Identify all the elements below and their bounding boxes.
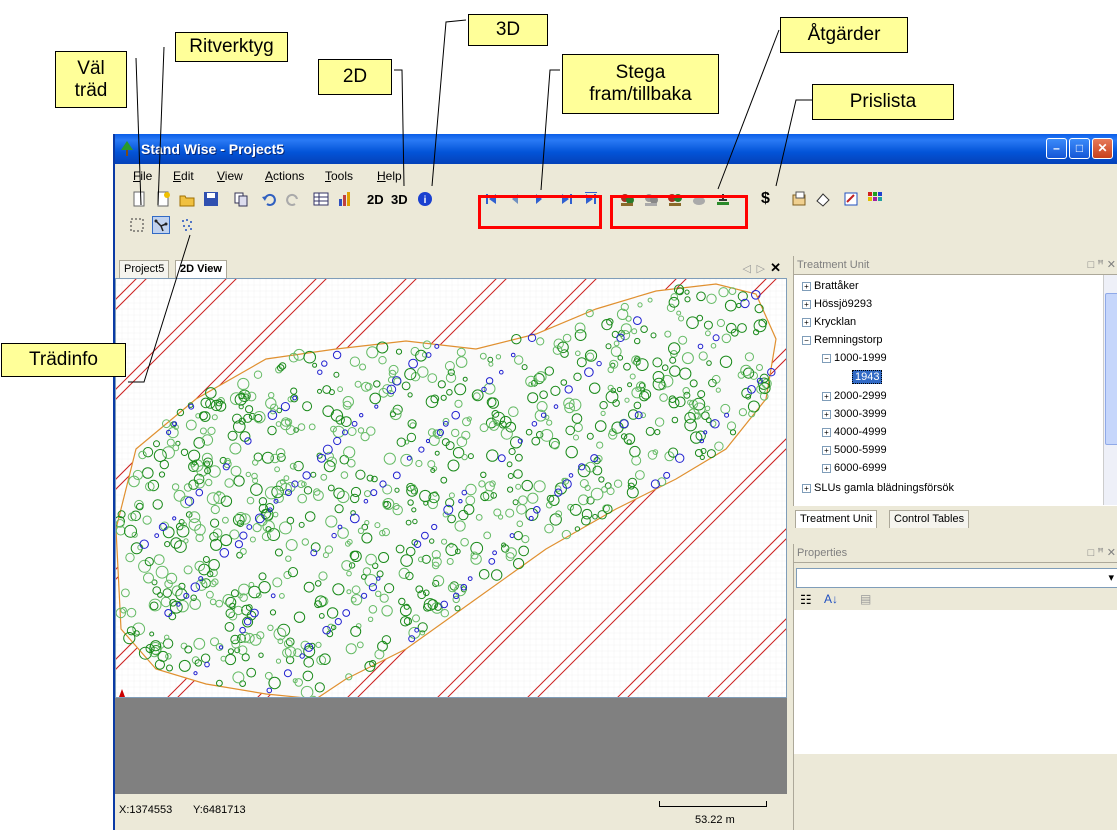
tree-node-6000-6999[interactable]: +6000-6999	[822, 462, 887, 474]
status-y-coordinate: Y:6481713	[193, 804, 246, 816]
tree-node-3000-3999[interactable]: +3000-3999	[822, 408, 887, 420]
alphabetical-sort-icon[interactable]: A↓	[824, 592, 838, 606]
app-tree-icon	[121, 141, 133, 156]
tree-node-slus[interactable]: + SLUs gamla blädningsförsök	[802, 482, 954, 494]
properties-pin-icon[interactable]: □ ꟸ ✕	[1088, 544, 1116, 562]
tab-treatment-unit[interactable]: Treatment Unit	[795, 510, 878, 528]
title-bar: Stand Wise - Project5 – □ ✕	[115, 134, 1117, 164]
tab-project5[interactable]: Project5	[119, 260, 170, 278]
select-tree-icon[interactable]	[129, 217, 145, 233]
properties-icon[interactable]	[791, 191, 807, 207]
property-pages-icon[interactable]: ▤	[860, 592, 871, 606]
svg-text:i: i	[424, 195, 427, 206]
edit-note-icon[interactable]	[843, 191, 859, 207]
tree-scrollbar-thumb[interactable]	[1105, 293, 1117, 445]
chevron-down-icon: ▾	[1108, 572, 1114, 584]
bar-chart-icon[interactable]	[337, 191, 353, 207]
tree-node-brattaker[interactable]: + Brattåker	[802, 280, 859, 292]
panel-tabs: Treatment Unit Control Tables	[793, 510, 1117, 532]
stand-map-2d[interactable]	[115, 278, 787, 698]
categorized-icon[interactable]: ☷	[800, 592, 812, 608]
menu-help[interactable]: Help	[377, 169, 402, 183]
document-tab-strip: Project5 2D View ◁ ▷ ✕	[115, 258, 787, 278]
tree-info-icon[interactable]	[179, 217, 195, 233]
tab-scroll-left-icon[interactable]: ◁	[743, 262, 751, 275]
undo-icon[interactable]	[261, 191, 277, 207]
panel-pin-icon[interactable]: □ ꟸ ✕	[1088, 256, 1116, 274]
status-x-coordinate: X:1374553	[119, 804, 173, 816]
scale-bar	[659, 801, 767, 807]
callout-3d: 3D	[468, 14, 548, 46]
info-icon[interactable]: i	[417, 191, 433, 207]
tree-node-1943-selected[interactable]: 1943	[852, 370, 883, 384]
tree-node-5000-5999[interactable]: +5000-5999	[822, 444, 887, 456]
menu-tools[interactable]: Tools	[325, 169, 353, 183]
callout-prislista: Prislista	[812, 84, 954, 120]
menu-edit[interactable]: Edit	[173, 169, 194, 183]
callout-ritverktyg: Ritverktyg	[175, 32, 288, 62]
callout-val-trad: Väl träd	[55, 51, 127, 108]
table-icon[interactable]	[313, 191, 329, 207]
menu-actions[interactable]: Actions	[265, 169, 304, 183]
maximize-button[interactable]: □	[1069, 138, 1090, 159]
save-icon[interactable]	[203, 191, 219, 207]
copy-icon[interactable]	[233, 191, 249, 207]
tree-node-4000-4999[interactable]: +4000-4999	[822, 426, 887, 438]
map-empty-area	[115, 698, 787, 794]
tab-scroll-right-icon[interactable]: ▷	[757, 262, 765, 275]
close-window-button[interactable]: ✕	[1092, 138, 1113, 159]
map-canvas[interactable]	[116, 279, 787, 698]
tree-node-krycklan[interactable]: + Krycklan	[802, 316, 856, 328]
tree-scrollbar[interactable]	[1103, 275, 1117, 505]
actions-highlight	[610, 195, 748, 229]
eraser-icon[interactable]	[815, 191, 831, 207]
treatment-unit-panel: Treatment Unit □ ꟸ ✕ + Brattåker + Hössjö9…	[793, 256, 1117, 506]
app-window: Stand Wise - Project5 – □ ✕ File Edit Vi…	[113, 134, 1117, 830]
new-project-icon[interactable]	[155, 191, 171, 207]
callout-atgarder: Åtgärder	[780, 17, 908, 53]
scale-label: 53.22 m	[695, 814, 735, 826]
close-tab-icon[interactable]: ✕	[770, 260, 781, 276]
menu-view[interactable]: View	[217, 169, 243, 183]
properties-panel: Properties □ ꟸ ✕ ▾ ☷ A↓ ▤	[793, 544, 1117, 830]
redo-icon[interactable]	[285, 191, 301, 207]
color-grid-icon[interactable]	[867, 191, 883, 207]
draw-tool-icon[interactable]	[152, 216, 170, 234]
drawing-toolbar	[115, 214, 215, 236]
tab-control-tables[interactable]: Control Tables	[889, 510, 970, 528]
treatment-unit-title: Treatment Unit	[797, 259, 870, 271]
window-title: Stand Wise - Project5	[141, 141, 285, 157]
tree-node-remningstorp[interactable]: − Remningstorp	[802, 334, 882, 346]
properties-header: Properties □ ꟸ ✕	[794, 544, 1117, 563]
new-document-icon[interactable]	[131, 191, 147, 207]
callout-tradinfo: Trädinfo	[1, 343, 126, 377]
property-grid	[794, 610, 1117, 754]
properties-object-select[interactable]: ▾	[796, 568, 1117, 588]
status-bar: X:1374553 Y:6481713 53.22 m	[115, 794, 793, 830]
tree-node-1000-1999[interactable]: −1000-1999	[822, 352, 887, 364]
tab-2d-view[interactable]: 2D View	[175, 260, 227, 278]
price-list-button[interactable]: $	[761, 190, 770, 208]
step-buttons-highlight	[478, 195, 602, 229]
view-3d-button[interactable]: 3D	[391, 192, 408, 207]
callout-stega: Stega fram/tillbaka	[562, 54, 719, 114]
menu-file[interactable]: File	[133, 169, 152, 183]
minimize-button[interactable]: –	[1046, 138, 1067, 159]
tree-node-2000-2999[interactable]: +2000-2999	[822, 390, 887, 402]
properties-title: Properties	[797, 547, 848, 559]
open-folder-icon[interactable]	[179, 191, 195, 207]
tree-node-hossjo[interactable]: + Hössjö9293	[802, 298, 872, 310]
menu-bar: File Edit View Actions Tools Help	[115, 164, 1117, 186]
treatment-unit-header: Treatment Unit □ ꟸ ✕	[794, 256, 1117, 275]
callout-2d: 2D	[318, 59, 392, 95]
view-2d-button[interactable]: 2D	[367, 192, 384, 207]
